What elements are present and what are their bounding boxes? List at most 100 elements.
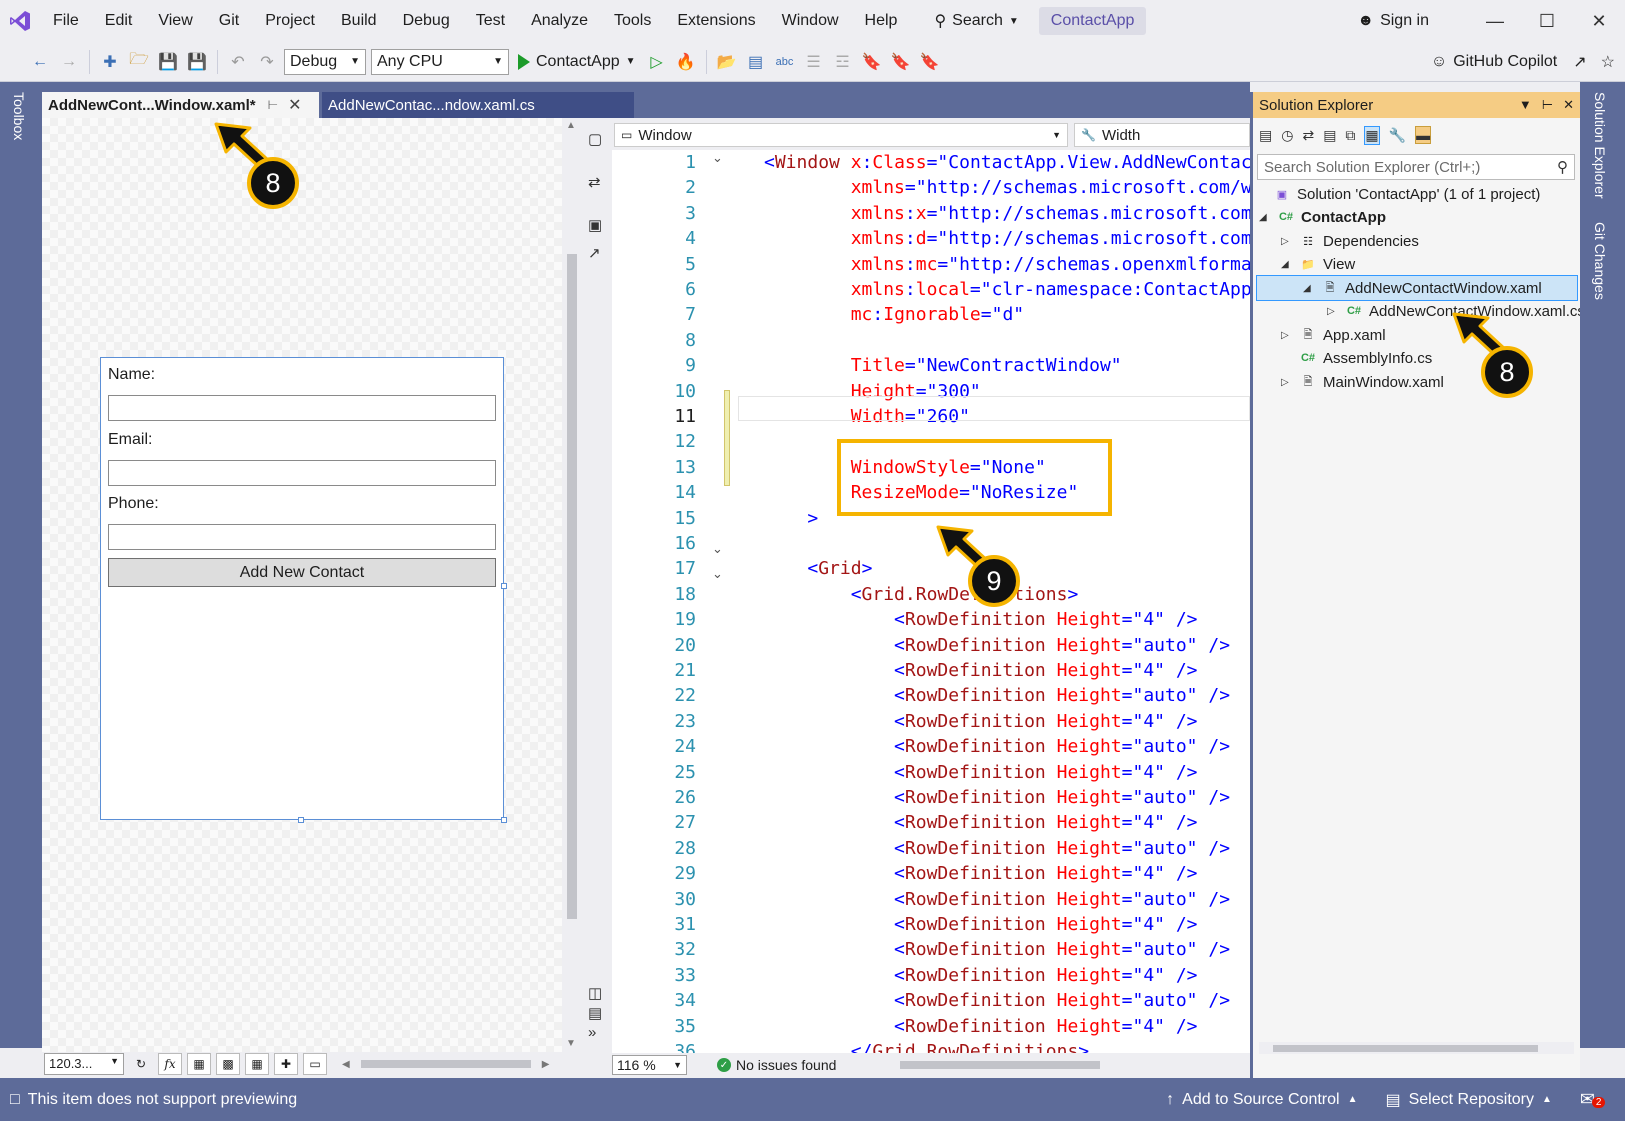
tree-assemblyinfo-cs[interactable]: C# AssemblyInfo.cs: [1299, 346, 1432, 370]
code-line[interactable]: 3 xmlns:x="http://schemas.microsoft.com/…: [612, 201, 1250, 226]
code-line[interactable]: 17 <Grid>: [612, 556, 1250, 581]
code-line[interactable]: 8: [612, 328, 1250, 353]
artboard-background-icon[interactable]: ▦: [245, 1053, 269, 1075]
close-panel-icon[interactable]: ✕: [1563, 97, 1574, 113]
toolbox-tab[interactable]: Toolbox: [11, 92, 27, 140]
snap-to-lines-icon[interactable]: ✚: [274, 1053, 298, 1075]
code-line[interactable]: 2 xmlns="http://schemas.microsoft.com/wi…: [612, 175, 1250, 200]
code-line[interactable]: 35 <RowDefinition Height="4" />: [612, 1014, 1250, 1039]
code-line[interactable]: 21 <RowDefinition Height="4" />: [612, 658, 1250, 683]
configuration-select[interactable]: Debug ▼: [284, 48, 366, 75]
spell-check-icon[interactable]: abc: [773, 50, 797, 74]
open-folder-icon[interactable]: 🗁: [127, 50, 151, 74]
platform-select[interactable]: Any CPU ▼: [371, 48, 509, 75]
pending-changes-icon[interactable]: ◷: [1281, 127, 1293, 144]
tree-folder-view[interactable]: ◢ 📁 View: [1281, 252, 1355, 276]
code-line[interactable]: 27 <RowDefinition Height="4" />: [612, 810, 1250, 835]
designer-window-preview[interactable]: Name: Email: Phone: Add New Contact: [100, 357, 504, 820]
code-line[interactable]: 4 xmlns:d="http://schemas.microsoft.com/…: [612, 226, 1250, 251]
menu-project[interactable]: Project: [252, 12, 328, 30]
bookmark-prev-icon[interactable]: 🔖: [889, 50, 913, 74]
bookmark-icon[interactable]: 🔖: [860, 50, 884, 74]
menu-analyze[interactable]: Analyze: [518, 12, 601, 30]
tab-addnewcontactwindow-xaml-cs[interactable]: AddNewContac...ndow.xaml.cs: [322, 92, 634, 118]
design-view-icon[interactable]: ▢: [588, 130, 602, 148]
code-line[interactable]: 25 <RowDefinition Height="4" />: [612, 760, 1250, 785]
save-icon[interactable]: 💾: [156, 50, 180, 74]
properties-icon[interactable]: 🔧: [1389, 127, 1406, 144]
save-all-icon[interactable]: 💾: [185, 50, 209, 74]
collapse-region-icon[interactable]: ⌄: [712, 150, 723, 166]
close-tab-icon[interactable]: ✕: [288, 95, 301, 115]
vertical-split-icon[interactable]: ▤: [588, 1004, 602, 1022]
solution-explorer-side-tab[interactable]: Solution Explorer: [1592, 92, 1608, 199]
menu-build[interactable]: Build: [328, 12, 390, 30]
code-line[interactable]: 32 <RowDefinition Height="auto" />: [612, 937, 1250, 962]
code-line[interactable]: 16: [612, 531, 1250, 556]
property-select[interactable]: 🔧 Width: [1074, 123, 1250, 147]
show-all-files-icon[interactable]: ⧉: [1345, 127, 1355, 144]
phone-textbox[interactable]: [108, 524, 496, 550]
code-line[interactable]: 19 <RowDefinition Height="4" />: [612, 607, 1250, 632]
project-code-icon[interactable]: ▭: [303, 1053, 327, 1075]
code-line[interactable]: 18 <Grid.RowDefinitions>: [612, 582, 1250, 607]
solution-explorer-horizontal-scrollbar[interactable]: [1259, 1042, 1574, 1054]
code-line[interactable]: 24 <RowDefinition Height="auto" />: [612, 734, 1250, 759]
code-line[interactable]: 1 <Window x:Class="ContactApp.View.AddNew…: [612, 150, 1250, 175]
sync-active-document-icon[interactable]: ⇄: [1302, 127, 1314, 144]
maximize-button[interactable]: ☐: [1521, 11, 1573, 32]
scrollbar-thumb[interactable]: [1273, 1045, 1538, 1052]
menu-tools[interactable]: Tools: [601, 12, 664, 30]
undo-icon[interactable]: ↶: [226, 50, 250, 74]
layout-icon[interactable]: ▤: [744, 50, 768, 74]
resize-handle[interactable]: [298, 817, 304, 823]
navigate-forward-icon[interactable]: →: [57, 50, 81, 74]
tree-app-xaml[interactable]: ▷ 🗎 App.xaml: [1281, 323, 1386, 347]
menu-extensions[interactable]: Extensions: [664, 12, 768, 30]
snap-gridlines-icon[interactable]: ▩: [216, 1053, 240, 1075]
minimize-button[interactable]: —: [1469, 11, 1521, 32]
xaml-code-editor[interactable]: 1 <Window x:Class="ContactApp.View.AddNew…: [612, 150, 1250, 1053]
menu-debug[interactable]: Debug: [390, 12, 463, 30]
add-to-source-control-button[interactable]: ↑ Add to Source Control ▲: [1166, 1091, 1357, 1109]
collapse-region-icon[interactable]: ⌄: [712, 541, 723, 557]
notifications-button[interactable]: ✉ 2: [1580, 1089, 1606, 1110]
code-line[interactable]: 7 mc:Ignorable="d": [612, 302, 1250, 327]
github-copilot-button[interactable]: ☺ GitHub Copilot ↗ ☆: [1431, 52, 1615, 72]
share-icon[interactable]: ↗: [1573, 52, 1586, 72]
code-line[interactable]: 36 </Grid.RowDefinitions>: [612, 1039, 1250, 1053]
menu-view[interactable]: View: [145, 12, 205, 30]
new-project-icon[interactable]: ✚: [98, 50, 122, 74]
designer-vertical-scrollbar[interactable]: ▲ ▼: [562, 118, 582, 1058]
code-line[interactable]: 5 xmlns:mc="http://schemas.openxmlformat…: [612, 252, 1250, 277]
pin-icon[interactable]: ⊢: [1542, 97, 1553, 113]
collapse-pane-icon[interactable]: ▣: [588, 216, 602, 234]
tree-addnewcontactwindow-xaml[interactable]: ◢ 🗎 AddNewContactWindow.xaml: [1256, 275, 1578, 301]
tree-project-contactapp[interactable]: ◢ C# ContactApp: [1259, 205, 1386, 229]
menu-test[interactable]: Test: [463, 12, 518, 30]
global-search[interactable]: ⚲ Search ▼: [924, 7, 1028, 35]
code-line[interactable]: 6 xmlns:local="clr-namespace:ContactApp.…: [612, 277, 1250, 302]
hot-reload-icon[interactable]: 🔥: [674, 50, 698, 74]
tree-dependencies[interactable]: ▷ ☷ Dependencies: [1281, 229, 1419, 253]
name-textbox[interactable]: [108, 395, 496, 421]
code-line[interactable]: 30 <RowDefinition Height="auto" />: [612, 887, 1250, 912]
code-line[interactable]: 34 <RowDefinition Height="auto" />: [612, 988, 1250, 1013]
popout-icon[interactable]: ↗: [588, 244, 601, 262]
pin-icon[interactable]: ⊢: [268, 98, 278, 112]
swap-icon[interactable]: »: [588, 1024, 596, 1041]
feedback-icon[interactable]: ☆: [1601, 52, 1615, 72]
scroll-down-icon[interactable]: ▼: [566, 1038, 576, 1049]
code-line[interactable]: 29 <RowDefinition Height="4" />: [612, 861, 1250, 886]
scroll-up-icon[interactable]: ▲: [566, 120, 576, 131]
code-line[interactable]: 33 <RowDefinition Height="4" />: [612, 963, 1250, 988]
scope-select[interactable]: ▭ Window ▼: [614, 123, 1068, 147]
email-textbox[interactable]: [108, 460, 496, 486]
comment-icon[interactable]: ☲: [831, 50, 855, 74]
code-line[interactable]: 22 <RowDefinition Height="auto" />: [612, 683, 1250, 708]
switch-views-icon[interactable]: ▤: [1259, 127, 1272, 144]
editor-zoom-select[interactable]: 116 % ▼: [612, 1055, 687, 1075]
code-line[interactable]: 31 <RowDefinition Height="4" />: [612, 912, 1250, 937]
menu-help[interactable]: Help: [852, 12, 911, 30]
start-without-debugging-icon[interactable]: ▷: [645, 50, 669, 74]
